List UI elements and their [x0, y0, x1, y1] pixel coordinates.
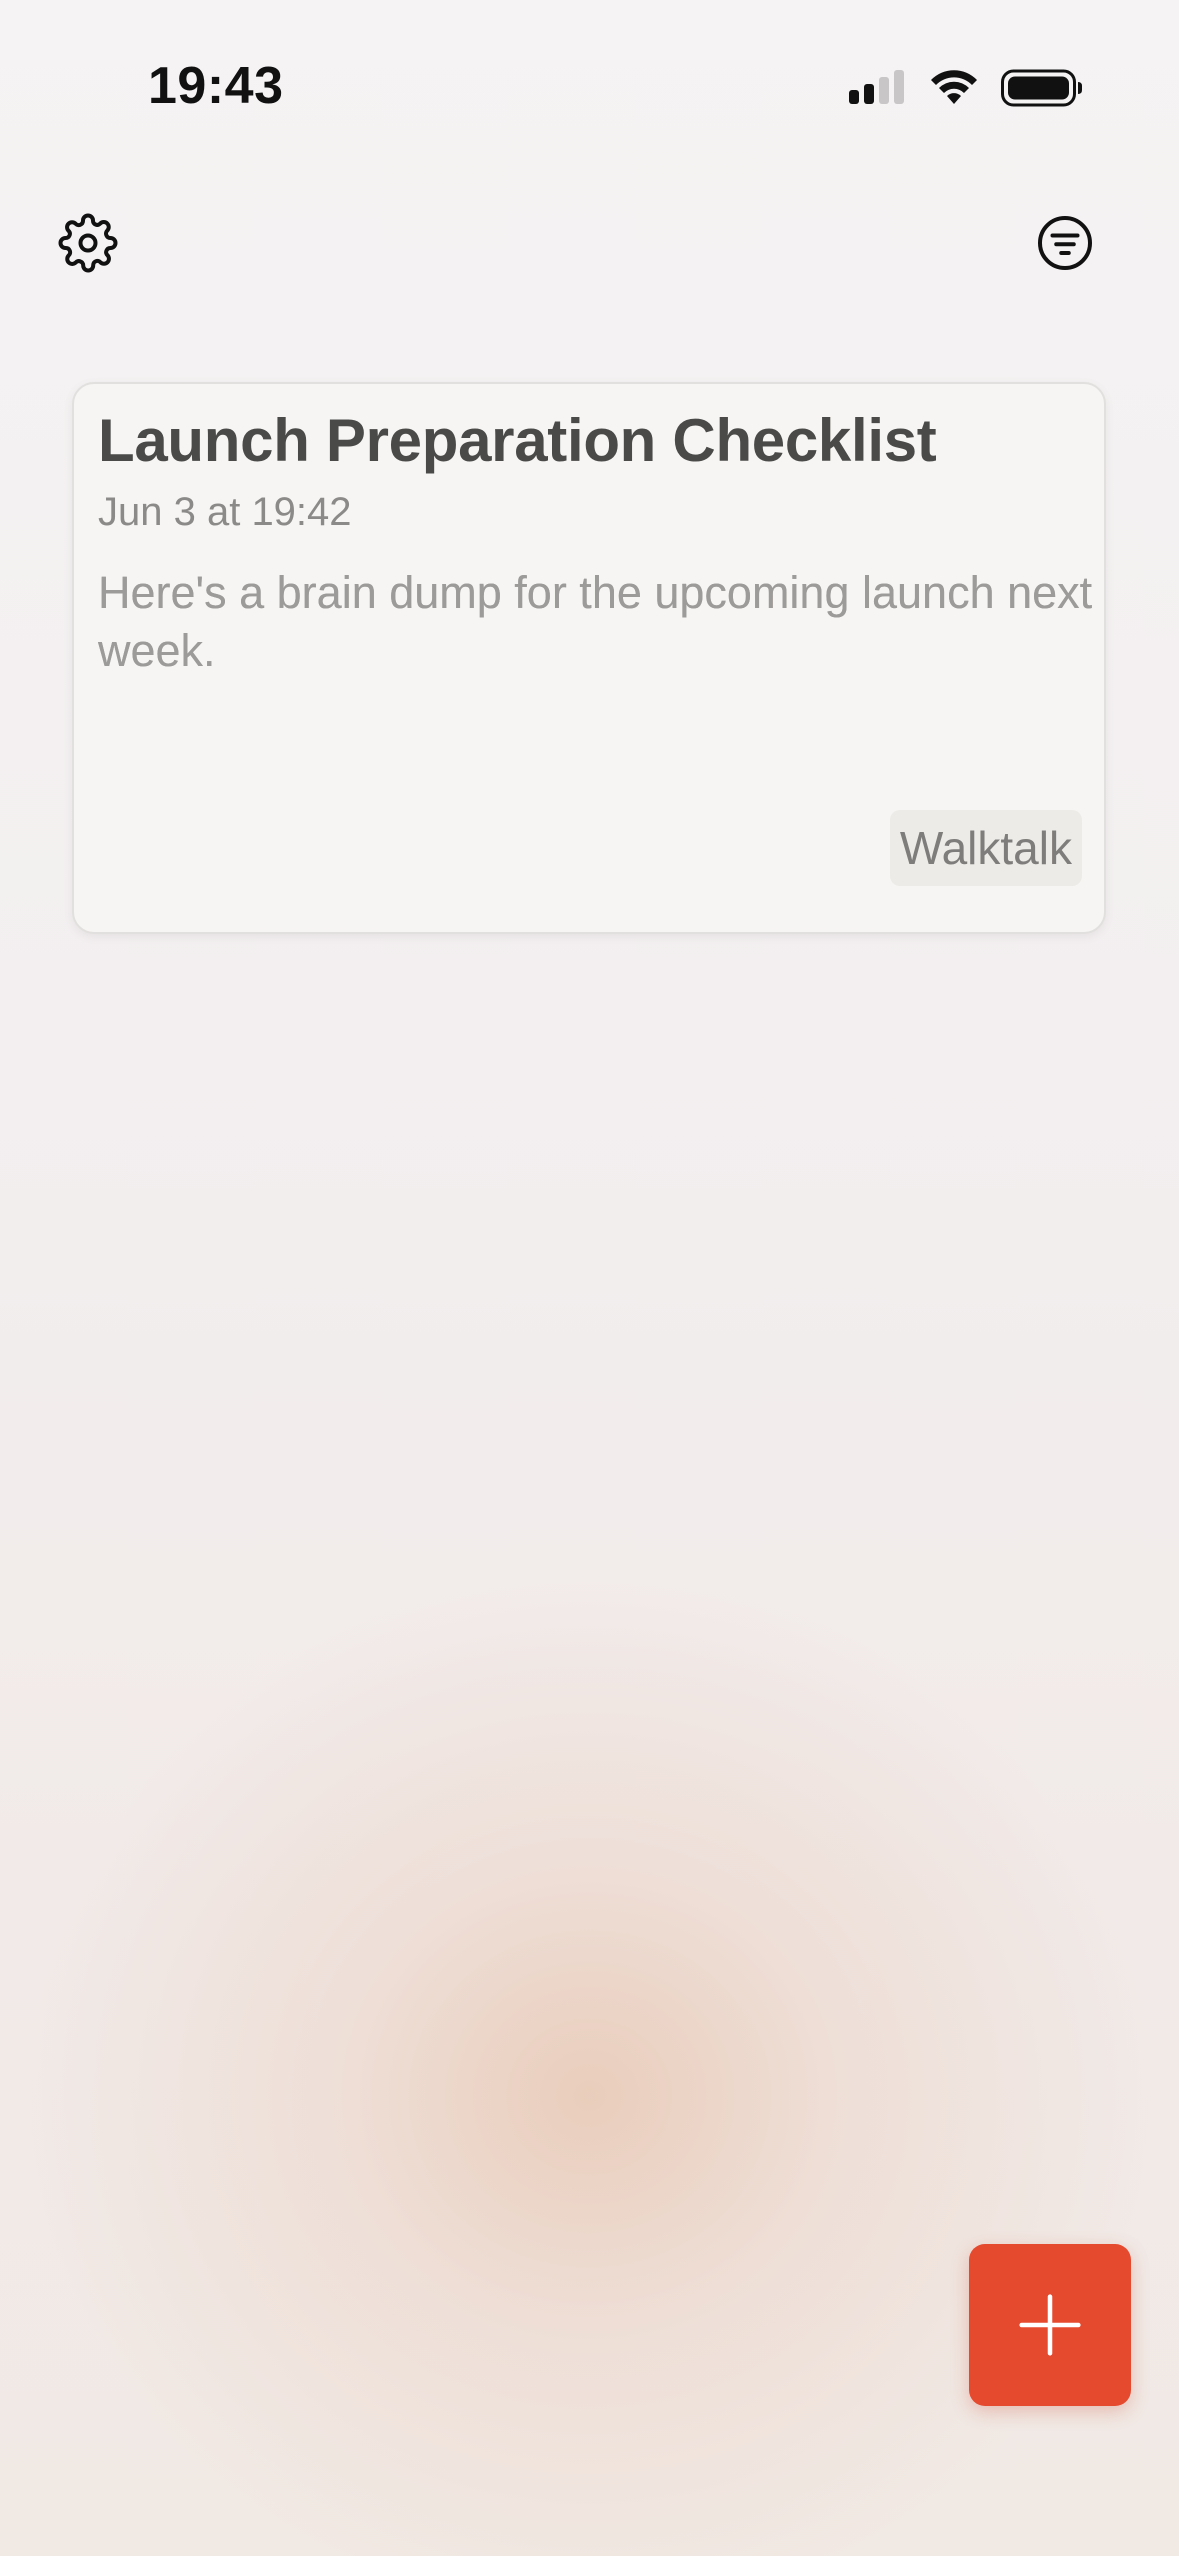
note-date: Jun 3 at 19:42	[98, 490, 352, 534]
cellular-signal-icon	[849, 70, 904, 104]
gear-icon	[58, 213, 118, 273]
note-title: Launch Preparation Checklist	[98, 407, 937, 474]
note-card[interactable]: Launch Preparation Checklist Jun 3 at 19…	[72, 382, 1106, 934]
add-note-button[interactable]	[969, 2244, 1131, 2406]
status-icons	[849, 64, 1083, 112]
note-preview: Here's a brain dump for the upcoming lau…	[98, 564, 1098, 680]
battery-icon	[1001, 69, 1082, 107]
status-time: 19:43	[148, 57, 284, 115]
settings-button[interactable]	[52, 207, 124, 279]
status-bar: 19:43	[0, 0, 1179, 160]
note-tag[interactable]: Walktalk	[889, 810, 1082, 886]
plus-icon	[1019, 2294, 1081, 2356]
wifi-icon	[931, 70, 977, 104]
filter-button[interactable]	[1029, 207, 1101, 279]
filter-lines-icon	[1038, 216, 1092, 270]
